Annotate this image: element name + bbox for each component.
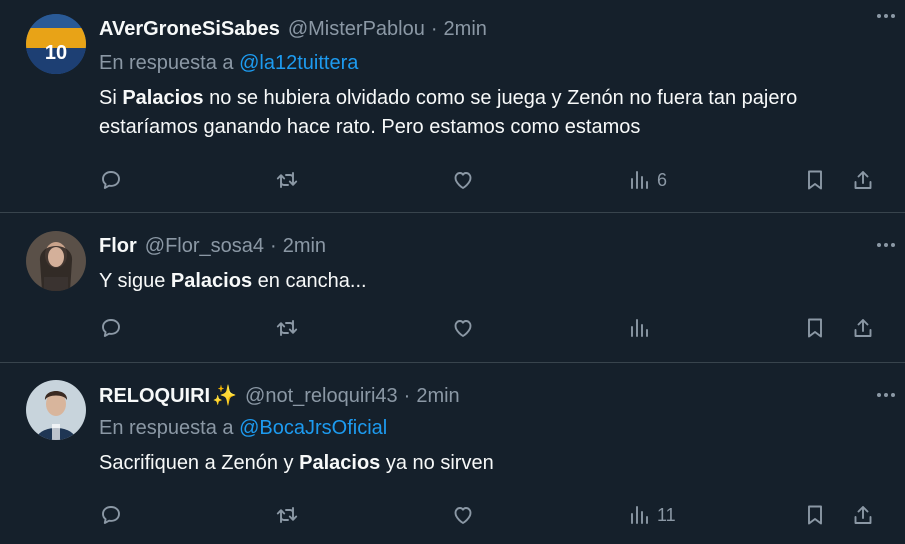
like-icon — [454, 320, 472, 337]
bookmark-icon — [808, 505, 822, 525]
tweet-text: Sacrifiquen a Zenón y Palacios ya no sir… — [99, 449, 885, 478]
views-icon — [631, 506, 648, 524]
highlighted-term: Palacios — [122, 87, 204, 109]
views-button[interactable]: 11 — [627, 503, 676, 527]
highlighted-term: Palacios — [170, 270, 253, 292]
share-button[interactable] — [851, 316, 875, 340]
views-button[interactable] — [627, 316, 657, 340]
retweet-icon — [276, 320, 298, 336]
tweet-text: Y sigue Palacios en cancha... — [99, 267, 885, 296]
views-icon — [631, 319, 648, 337]
user-handle[interactable]: @not_reloquiri43 — [245, 385, 398, 408]
views-button[interactable]: 6 — [627, 168, 667, 192]
timestamp[interactable]: 2min — [444, 18, 487, 41]
tweet-text-part: Y sigue — [99, 270, 171, 292]
tweet-text-part: Si — [99, 87, 123, 109]
action-bar: 6 — [99, 165, 877, 195]
more-icon[interactable] — [871, 385, 901, 405]
action-bar: 11 — [99, 500, 877, 530]
tweet-header: Flor @Flor_sosa4 · 2min — [99, 235, 885, 263]
user-handle[interactable]: @MisterPablou — [288, 18, 425, 41]
reply-icon — [102, 319, 120, 337]
more-icon[interactable] — [871, 6, 901, 26]
separator-dot: · — [430, 18, 438, 40]
bookmark-button[interactable] — [803, 503, 827, 527]
like-button[interactable] — [451, 503, 475, 527]
tweet[interactable]: 10 AVerGroneSiSabes @MisterPablou · 2min… — [0, 0, 905, 213]
like-button[interactable] — [451, 168, 475, 192]
retweet-button[interactable] — [275, 168, 299, 192]
reply-prefix: En respuesta a — [99, 417, 234, 439]
display-name[interactable]: RELOQUIRI — [99, 385, 210, 408]
share-button[interactable] — [851, 168, 875, 192]
views-count: 11 — [657, 504, 676, 525]
retweet-button[interactable] — [275, 503, 299, 527]
avatar[interactable] — [26, 231, 86, 291]
retweet-icon — [276, 507, 298, 523]
tweet-text-part: no se hubiera olvidado como se juega y Z… — [99, 87, 798, 138]
avatar[interactable] — [26, 380, 86, 440]
reply-context: En respuesta a @la12tuittera — [99, 52, 885, 78]
views-count: 6 — [657, 169, 668, 190]
more-icon[interactable] — [871, 235, 901, 255]
retweet-icon — [276, 172, 298, 188]
separator-dot: · — [403, 385, 411, 407]
avatar-jersey-number: 10 — [45, 42, 67, 64]
reply-prefix: En respuesta a — [99, 52, 234, 74]
timestamp[interactable]: 2min — [283, 235, 326, 258]
reply-button[interactable] — [99, 316, 123, 340]
timeline-feed: 10 AVerGroneSiSabes @MisterPablou · 2min… — [0, 0, 905, 544]
reply-to-link[interactable]: @la12tuittera — [239, 52, 358, 74]
reply-button[interactable] — [99, 168, 123, 192]
sparkle-emoji: ✨ — [212, 385, 238, 407]
share-icon — [854, 171, 872, 189]
reply-context: En respuesta a @BocaJrsOficial — [99, 417, 885, 443]
retweet-button[interactable] — [275, 316, 299, 340]
share-icon — [854, 319, 872, 337]
tweet-text-part: Sacrifiquen a Zenón y — [99, 452, 300, 474]
display-name[interactable]: AVerGroneSiSabes — [99, 18, 280, 41]
reply-icon — [102, 171, 120, 189]
reply-icon — [102, 506, 120, 524]
views-icon — [631, 171, 648, 189]
share-icon — [854, 506, 872, 524]
share-button[interactable] — [851, 503, 875, 527]
tweet[interactable]: Flor @Flor_sosa4 · 2min Y sigue Palacios… — [0, 213, 905, 363]
tweet-header: RELOQUIRI ✨ @not_reloquiri43 · 2min — [99, 383, 885, 411]
user-handle[interactable]: @Flor_sosa4 — [145, 235, 264, 258]
tweet[interactable]: RELOQUIRI ✨ @not_reloquiri43 · 2min En r… — [0, 363, 905, 544]
tweet-text: Si Palacios no se hubiera olvidado como … — [99, 84, 885, 142]
bookmark-icon — [808, 170, 822, 190]
highlighted-term: Palacios — [299, 452, 381, 474]
reply-to-link[interactable]: @BocaJrsOficial — [239, 417, 387, 439]
bookmark-button[interactable] — [803, 168, 827, 192]
separator-dot: · — [270, 235, 277, 257]
bookmark-button[interactable] — [803, 316, 827, 340]
like-button[interactable] — [451, 316, 475, 340]
like-icon — [454, 172, 472, 189]
tweet-text-part: ya no sirven — [380, 452, 494, 474]
action-bar — [99, 313, 877, 343]
tweet-header: AVerGroneSiSabes @MisterPablou · 2min — [99, 18, 885, 46]
tweet-text-part: en cancha... — [252, 270, 367, 292]
like-icon — [454, 507, 472, 524]
avatar[interactable]: 10 — [26, 14, 86, 74]
timestamp[interactable]: 2min — [416, 385, 459, 408]
reply-button[interactable] — [99, 503, 123, 527]
bookmark-icon — [808, 318, 822, 338]
display-name[interactable]: Flor — [99, 235, 137, 258]
